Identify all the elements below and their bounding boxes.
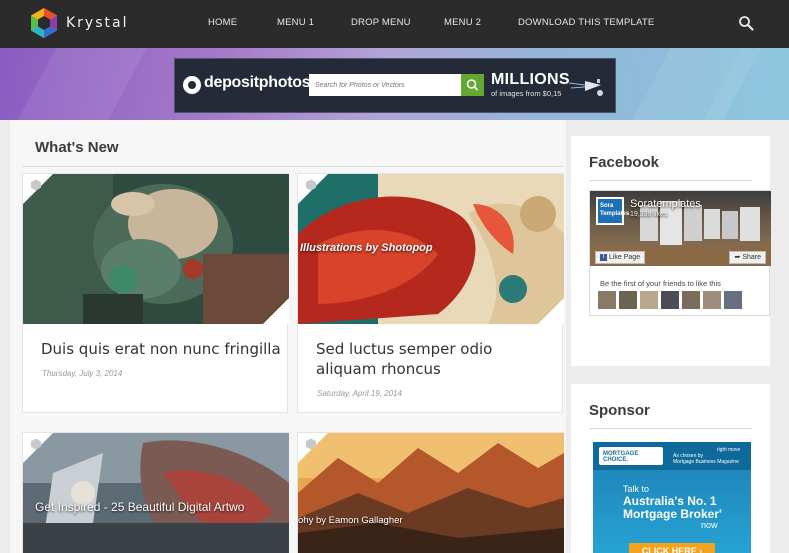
brand-name[interactable]: Krystal	[66, 15, 128, 31]
ad-subline: of images from $0,15	[491, 89, 562, 98]
sponsor-headline: Australia's No. 1 Mortgage Broker'	[623, 495, 722, 521]
facebook-page-plugin[interactable]: Sora Templates Soratemplates 19,338 like…	[589, 190, 771, 316]
sponsor-tag: right move	[717, 447, 741, 453]
post-title[interactable]: Sed luctus semper odio aliquam rhoncus	[316, 339, 556, 379]
hexagon-icon	[31, 179, 41, 191]
post-image-caption: ohy by Eamon Gallagher	[298, 515, 403, 526]
sponsor-click-here-button[interactable]: CLICK HERE ›	[629, 543, 715, 553]
hexagon-icon	[31, 438, 41, 450]
ad-search-input[interactable]	[309, 74, 461, 96]
facebook-like-count: 19,338 likes	[630, 211, 668, 218]
facebook-cover: Sora Templates Soratemplates 19,338 like…	[590, 191, 771, 266]
nav-drop-menu[interactable]: DROP MENU	[351, 17, 411, 28]
facebook-widget: Facebook Sora Templates Soratemplates 19…	[571, 136, 771, 366]
post-title[interactable]: Duis quis erat non nunc fringilla	[41, 339, 281, 359]
facebook-icon: f	[600, 253, 607, 261]
post-image	[298, 433, 564, 553]
facebook-page-avatar[interactable]: Sora Templates	[596, 197, 629, 225]
divider	[589, 428, 752, 429]
post-image	[23, 174, 289, 324]
facebook-share-button[interactable]: ➦ Share	[729, 251, 766, 264]
mortgage-choice-ad[interactable]: MORTGAGE CHOICE. right move As chosen by…	[593, 442, 751, 553]
friend-avatar[interactable]	[619, 291, 637, 309]
post-image-caption: Get Inspired - 25 Beautiful Digital Artw…	[35, 500, 245, 514]
facebook-page-name[interactable]: Soratemplates	[630, 198, 701, 210]
card-corner	[263, 298, 289, 324]
sponsor-award-line: Mortgage Business Magazine	[673, 459, 739, 465]
friend-avatar[interactable]	[682, 291, 700, 309]
share-icon: ➦	[734, 254, 741, 261]
post-card[interactable]: Duis quis erat non nunc fringilla Thursd…	[22, 173, 289, 413]
post-date: Saturday, April 19, 2014	[317, 389, 402, 398]
post-image	[23, 433, 289, 553]
avatar-text: Sora	[600, 203, 614, 209]
sponsor-widget: Sponsor MORTGAGE CHOICE. right move As c…	[571, 384, 770, 553]
facebook-like-button[interactable]: f Like Page	[595, 251, 646, 264]
post-thumbnail[interactable]	[23, 174, 289, 324]
sponsor-logo-text: MORTGAGE CHOICE.	[603, 451, 639, 463]
facebook-widget-title: Facebook	[589, 154, 660, 171]
sponsor-now-text: now	[701, 520, 718, 530]
ad-search-button[interactable]	[461, 74, 484, 96]
krystal-logo-icon[interactable]	[29, 7, 59, 39]
nav-home[interactable]: HOME	[208, 17, 237, 28]
post-image-caption: Illustrations by Shotopop	[300, 242, 433, 254]
friend-avatar[interactable]	[703, 291, 721, 309]
like-label: Like Page	[608, 254, 641, 261]
share-label: Share	[742, 254, 761, 261]
mortgage-choice-logo: MORTGAGE CHOICE.	[599, 447, 663, 465]
depositphotos-ad[interactable]: depositphotos MILLIONS of images from $0…	[174, 58, 616, 113]
depositphotos-logo-icon	[183, 76, 201, 94]
sponsor-widget-title: Sponsor	[589, 402, 650, 419]
sponsor-award-text: right move As chosen by Mortgage Busines…	[673, 447, 740, 465]
rocket-icon	[568, 79, 603, 96]
hexagon-icon	[306, 179, 316, 191]
nav-download-template[interactable]: DOWNLOAD THIS TEMPLATE	[518, 17, 654, 28]
post-thumbnail[interactable]: Illustrations by Shotopop	[298, 174, 564, 324]
post-thumbnail[interactable]: ohy by Eamon Gallagher	[298, 433, 564, 553]
friend-avatar[interactable]	[640, 291, 658, 309]
divider	[589, 180, 752, 181]
header-banner: depositphotos MILLIONS of images from $0…	[0, 48, 789, 120]
sponsor-talk-text: Talk to	[623, 484, 650, 494]
search-icon[interactable]	[738, 15, 754, 31]
post-card[interactable]: ohy by Eamon Gallagher	[297, 432, 564, 553]
nav-menu-2[interactable]: MENU 2	[444, 17, 481, 28]
search-icon	[466, 79, 479, 91]
section-divider	[22, 166, 563, 167]
avatar-text: Templates	[600, 211, 630, 217]
friend-avatar[interactable]	[724, 291, 742, 309]
hexagon-icon	[306, 438, 316, 450]
nav-menu-1[interactable]: MENU 1	[277, 17, 314, 28]
friend-avatar[interactable]	[598, 291, 616, 309]
sponsor-ad-header: MORTGAGE CHOICE. right move As chosen by…	[593, 442, 751, 470]
facebook-friends-text: Be the first of your friends to like thi…	[600, 279, 721, 288]
ad-brand: depositphotos	[204, 74, 311, 91]
banner-decoration	[11, 48, 149, 120]
top-navbar: Krystal HOME MENU 1 DROP MENU MENU 2 DOW…	[0, 0, 789, 48]
post-date: Thursday, July 3, 2014	[42, 369, 123, 378]
ad-headline: MILLIONS	[491, 71, 570, 88]
section-title: What's New	[35, 139, 119, 156]
card-corner	[538, 298, 564, 324]
post-card[interactable]: Illustrations by Shotopop Sed luctus sem…	[297, 173, 564, 413]
post-card[interactable]: Get Inspired - 25 Beautiful Digital Artw…	[22, 432, 289, 553]
post-thumbnail[interactable]: Get Inspired - 25 Beautiful Digital Artw…	[23, 433, 289, 553]
friend-avatar[interactable]	[661, 291, 679, 309]
